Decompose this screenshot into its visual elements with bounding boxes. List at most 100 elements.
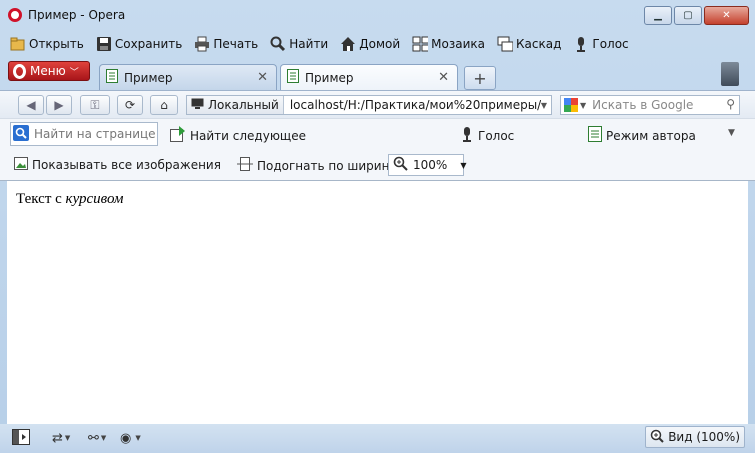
trash-icon[interactable] xyxy=(721,62,739,86)
title-bar: Пример - Opera ▁ ▢ ✕ xyxy=(0,0,755,30)
zoom-value: 100% xyxy=(413,158,448,172)
chevron-down-icon: ▼ xyxy=(460,160,467,170)
find-input[interactable]: Найти на странице xyxy=(10,122,158,146)
fit-width-icon xyxy=(237,157,253,174)
find-placeholder: Найти на странице xyxy=(34,127,156,141)
close-icon[interactable]: ✕ xyxy=(704,6,749,25)
chevron-down-icon: ▼ xyxy=(135,434,141,442)
network-icon: ⚯ xyxy=(88,430,99,446)
tab-2[interactable]: Пример ✕ xyxy=(280,64,458,90)
home-button-nav[interactable]: ⌂ xyxy=(150,95,178,115)
maximize-icon[interactable]: ▢ xyxy=(674,6,702,25)
author-mode-button[interactable]: Режим автора xyxy=(588,126,696,145)
tab-1[interactable]: Пример ✕ xyxy=(99,64,277,90)
microphone-icon xyxy=(460,126,474,145)
close-icon[interactable]: ✕ xyxy=(257,70,268,85)
print-button[interactable]: Печать xyxy=(194,36,258,52)
home-label: Домой xyxy=(359,36,401,51)
local-badge[interactable]: Локальный xyxy=(187,96,284,114)
mosaic-label: Мозаика xyxy=(431,36,485,51)
arrow-left-icon: ◀ xyxy=(26,98,36,112)
close-icon[interactable]: ✕ xyxy=(438,70,449,85)
browser-window: Пример - Opera ▁ ▢ ✕ Открыть Сохранить П… xyxy=(0,0,755,453)
monitor-icon xyxy=(191,98,204,113)
image-bar: Показывать все изображения Подогнать по … xyxy=(0,148,755,181)
turbo-button[interactable]: ◉ ▼ xyxy=(120,429,141,447)
find-voice-button[interactable]: Голос xyxy=(460,126,514,145)
find-button[interactable]: Найти xyxy=(270,36,328,52)
open-button[interactable]: Открыть xyxy=(10,36,84,52)
fit-width-label: Подогнать по ширине xyxy=(257,158,397,173)
search-icon xyxy=(13,124,29,144)
panel-icon xyxy=(12,428,30,448)
chevron-down-icon[interactable]: ▼ xyxy=(541,101,547,110)
url-text[interactable]: localhost/H:/Практика/мои%20примеры/При xyxy=(284,98,541,112)
find-next-button[interactable]: Найти следующее xyxy=(170,126,306,145)
home-icon: ⌂ xyxy=(160,98,168,112)
mosaic-button[interactable]: Мозаика xyxy=(412,36,485,52)
home-button[interactable]: Домой xyxy=(340,36,400,52)
tab-label: Пример xyxy=(305,70,354,85)
search-placeholder: Искать в Google xyxy=(592,98,694,112)
save-button[interactable]: Сохранить xyxy=(96,36,182,52)
sync-button[interactable]: ⇄ ▼ xyxy=(52,429,70,447)
chevron-down-icon: ▼ xyxy=(100,434,107,442)
chevron-down-icon[interactable]: ▼ xyxy=(728,128,735,138)
author-mode-label: Режим автора xyxy=(606,128,696,143)
search-icon[interactable]: ⚲ xyxy=(726,97,735,111)
show-images-button[interactable]: Показывать все изображения xyxy=(14,157,221,173)
find-bar: Найти на странице Найти следующее Голос … xyxy=(0,118,755,149)
opera-logo-icon xyxy=(13,63,26,79)
minimize-icon[interactable]: ▁ xyxy=(644,6,672,25)
chevron-down-icon: ﹀ xyxy=(69,67,79,78)
main-toolbar: Открыть Сохранить Печать Найти Домой Моз… xyxy=(0,30,755,57)
fit-width-button[interactable]: Подогнать по ширине xyxy=(237,157,397,174)
find-voice-label: Голос xyxy=(478,128,515,143)
password-manager-button[interactable]: ⚿ xyxy=(80,95,110,115)
cascade-button[interactable]: Каскад xyxy=(497,36,561,52)
tab-bar: Меню ﹀ Пример ✕ Пример ✕ + xyxy=(0,60,755,90)
reload-icon: ⟳ xyxy=(124,98,136,112)
voice-button[interactable]: Голос xyxy=(573,36,629,52)
google-icon[interactable]: ▼ xyxy=(564,98,586,112)
chevron-down-icon: ▼ xyxy=(64,434,71,442)
find-next-label: Найти следующее xyxy=(190,128,306,143)
printer-icon xyxy=(194,36,210,52)
status-bar: ⇄ ▼ ⚯ ▼ ◉ ▼ Вид (100%) xyxy=(0,424,755,453)
reload-button[interactable]: ⟳ xyxy=(117,95,143,115)
view-zoom-button[interactable]: Вид (100%) xyxy=(645,426,745,448)
home-icon xyxy=(340,36,356,52)
find-label: Найти xyxy=(289,36,329,51)
forward-button[interactable]: ▶ xyxy=(46,95,72,115)
back-button[interactable]: ◀ xyxy=(18,95,44,115)
print-label: Печать xyxy=(213,36,259,51)
view-label: Вид (100%) xyxy=(668,430,740,444)
page-icon xyxy=(588,126,602,145)
zoom-icon xyxy=(650,429,664,446)
text-italic: курсивом xyxy=(65,191,124,207)
zoom-select[interactable]: 100% ▼ xyxy=(388,154,467,176)
arrow-right-icon: ▶ xyxy=(54,98,64,112)
page-icon xyxy=(106,69,118,86)
key-icon: ⚿ xyxy=(90,97,100,112)
address-field[interactable]: Локальный localhost/H:/Практика/мои%20пр… xyxy=(186,95,552,115)
cascade-icon xyxy=(497,36,513,52)
new-tab-button[interactable]: + xyxy=(464,66,496,90)
panel-toggle-button[interactable] xyxy=(12,428,30,448)
search-field[interactable]: ▼ Искать в Google ⚲ xyxy=(560,95,740,115)
local-label: Локальный xyxy=(208,98,279,112)
cascade-label: Каскад xyxy=(516,36,562,51)
menu-label: Меню xyxy=(30,64,66,78)
unite-button[interactable]: ⚯ ▼ xyxy=(88,429,106,447)
magnifier-icon xyxy=(270,36,286,52)
opera-menu-button[interactable]: Меню ﹀ xyxy=(8,61,90,81)
opera-logo-icon xyxy=(8,8,22,22)
page-content: Текст с курсивом xyxy=(7,181,748,424)
show-images-label: Показывать все изображения xyxy=(32,158,221,172)
window-title: Пример - Opera xyxy=(28,8,126,22)
open-label: Открыть xyxy=(29,36,84,51)
floppy-icon xyxy=(96,36,112,52)
tiles-icon xyxy=(412,36,429,52)
text-plain: Текст с xyxy=(16,191,66,207)
microphone-icon xyxy=(573,36,589,52)
